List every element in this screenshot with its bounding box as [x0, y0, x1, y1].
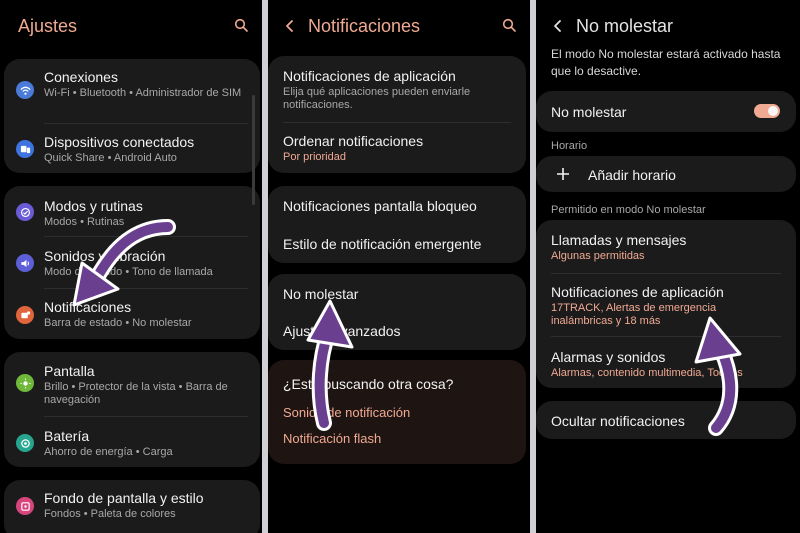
item-subtitle: Elija qué aplicaciones pueden enviarle n… [283, 86, 471, 111]
dnd-app-notifications-item[interactable]: Notificaciones de aplicación 17TRACK, Al… [536, 274, 796, 336]
item-title: Notificaciones pantalla bloqueo [283, 198, 477, 214]
item-title: Añadir horario [588, 167, 676, 183]
item-title: No molestar [283, 286, 359, 302]
lockscreen-card: Notificaciones pantalla bloqueo Estilo d… [268, 186, 526, 263]
dnd-toggle-row[interactable]: No molestar [536, 91, 796, 132]
item-title: Alarmas y sonidos [551, 349, 666, 365]
item-subtitle: Barra de estado • No molestar [44, 317, 192, 329]
item-title: Estilo de notificación emergente [283, 236, 482, 252]
item-title: Notificaciones de aplicación [551, 284, 724, 300]
hide-notifications-item[interactable]: Ocultar notificaciones [536, 401, 796, 439]
allowed-card: Llamadas y mensajes Algunas permitidas N… [536, 220, 796, 388]
item-subtitle: Modos • Rutinas [44, 216, 125, 228]
settings-item-conexiones[interactable]: Conexiones Wi-Fi • Bluetooth • Administr… [4, 59, 260, 123]
item-subtitle: Algunas permitidas [551, 250, 645, 262]
item-title: Ordenar notificaciones [283, 133, 424, 149]
settings-header: Ajustes [0, 10, 262, 42]
settings-item-sonidos[interactable]: Sonidos y vibración Modo de sonido • Ton… [4, 237, 260, 288]
dnd-description: El modo No molestar estará activado hast… [551, 47, 781, 78]
volume-icon [16, 254, 34, 272]
item-subtitle: Quick Share • Android Auto [44, 152, 177, 164]
sun-icon [16, 374, 34, 392]
item-title: Conexiones [44, 69, 118, 85]
item-title: No molestar [551, 104, 627, 120]
back-icon[interactable] [550, 18, 566, 34]
alarms-sounds-item[interactable]: Alarmas y sonidos Alarmas, contenido mul… [536, 337, 796, 388]
palette-icon [16, 497, 34, 515]
settings-item-bateria[interactable]: Batería Ahorro de energía • Carga [4, 417, 260, 467]
calls-messages-item[interactable]: Llamadas y mensajes Algunas permitidas [536, 220, 796, 273]
schedule-card: Añadir horario [536, 156, 796, 192]
back-icon[interactable] [282, 18, 298, 34]
hide-notifications-card: Ocultar notificaciones [536, 401, 796, 439]
order-notifications-item[interactable]: Ordenar notificaciones Por prioridad [268, 123, 526, 173]
item-title: Pantalla [44, 363, 95, 379]
app-notifications-item[interactable]: Notificaciones de aplicación Elija qué a… [268, 56, 526, 122]
wifi-icon [16, 81, 34, 99]
schedule-section-header: Horario [551, 140, 588, 152]
page-title: Notificaciones [308, 15, 421, 36]
settings-item-dispositivos[interactable]: Dispositivos conectados Quick Share • An… [4, 124, 260, 173]
item-title: Notificaciones [44, 299, 132, 315]
devices-icon [16, 140, 34, 158]
battery-icon [16, 434, 34, 452]
flash-notification-link[interactable]: Notificación flash [283, 431, 381, 446]
page-title: No molestar [576, 15, 674, 36]
item-subtitle: Brillo • Protector de la vista • Barra d… [44, 381, 228, 406]
lockscreen-notifications-item[interactable]: Notificaciones pantalla bloqueo [268, 186, 526, 224]
notifications-panel: Notificaciones Notificaciones de aplicac… [268, 0, 530, 533]
dnd-card: No molestar Ajustes avanzados [268, 274, 526, 350]
item-title: Notificaciones de aplicación [283, 68, 456, 84]
dnd-toggle-switch[interactable] [754, 104, 780, 118]
looking-for-title: ¿Está buscando otra cosa? [283, 376, 454, 392]
page-title: Ajustes [18, 15, 78, 36]
item-title: Ocultar notificaciones [551, 413, 685, 429]
settings-item-modos[interactable]: Modos y rutinas Modos • Rutinas [4, 186, 260, 236]
advanced-settings-item[interactable]: Ajustes avanzados [268, 313, 526, 350]
item-subtitle: 17TRACK, Alertas de emergencia inalámbri… [551, 302, 717, 327]
item-title: Batería [44, 428, 90, 444]
item-title: Ajustes avanzados [283, 323, 401, 339]
search-icon[interactable] [234, 18, 248, 32]
allowed-section-header: Permitido en modo No molestar [551, 204, 706, 216]
plus-icon [556, 167, 570, 181]
item-title: Sonidos y vibración [44, 248, 166, 264]
notifications-header: Notificaciones [268, 10, 530, 42]
item-subtitle: Por prioridad [283, 151, 346, 163]
display-card: Pantalla Brillo • Protector de la vista … [4, 352, 260, 467]
dnd-toggle-card: No molestar [536, 91, 796, 132]
dnd-header: No molestar [536, 10, 800, 42]
item-title: Llamadas y mensajes [551, 232, 687, 248]
item-subtitle: Wi-Fi • Bluetooth • Administrador de SIM [44, 87, 242, 99]
connections-card: Conexiones Wi-Fi • Bluetooth • Administr… [4, 59, 260, 173]
modes-card: Modos y rutinas Modos • Rutinas Sonidos … [4, 186, 260, 339]
item-subtitle: Alarmas, contenido multimedia, Toques [551, 367, 743, 379]
item-title: Dispositivos conectados [44, 134, 195, 150]
looking-for-card: ¿Está buscando otra cosa? Sonido de noti… [268, 360, 526, 464]
item-subtitle: Ahorro de energía • Carga [44, 446, 173, 458]
settings-item-notificaciones[interactable]: Notificaciones Barra de estado • No mole… [4, 289, 260, 339]
item-title: Fondo de pantalla y estilo [44, 490, 204, 506]
do-not-disturb-panel: No molestar El modo No molestar estará a… [536, 0, 800, 533]
search-icon[interactable] [502, 18, 516, 32]
popup-style-item[interactable]: Estilo de notificación emergente [268, 225, 526, 263]
add-schedule-button[interactable]: Añadir horario [536, 156, 796, 192]
item-subtitle: Fondos • Paleta de colores [44, 508, 176, 520]
check-circle-icon [16, 203, 34, 221]
settings-panel: Ajustes Conexiones Wi-Fi • Bluetooth • A… [0, 0, 262, 533]
item-title: Modos y rutinas [44, 198, 143, 214]
settings-item-pantalla[interactable]: Pantalla Brillo • Protector de la vista … [4, 352, 260, 416]
notification-sound-link[interactable]: Sonido de notificación [283, 405, 410, 420]
wallpaper-card: Fondo de pantalla y estilo Fondos • Pale… [4, 480, 260, 533]
item-subtitle: Modo de sonido • Tono de llamada [44, 266, 213, 278]
bell-icon [16, 306, 34, 324]
app-notifications-card: Notificaciones de aplicación Elija qué a… [268, 56, 526, 173]
settings-item-fondo[interactable]: Fondo de pantalla y estilo Fondos • Pale… [4, 480, 260, 530]
do-not-disturb-item[interactable]: No molestar [268, 274, 526, 312]
scrollbar[interactable] [252, 95, 255, 205]
